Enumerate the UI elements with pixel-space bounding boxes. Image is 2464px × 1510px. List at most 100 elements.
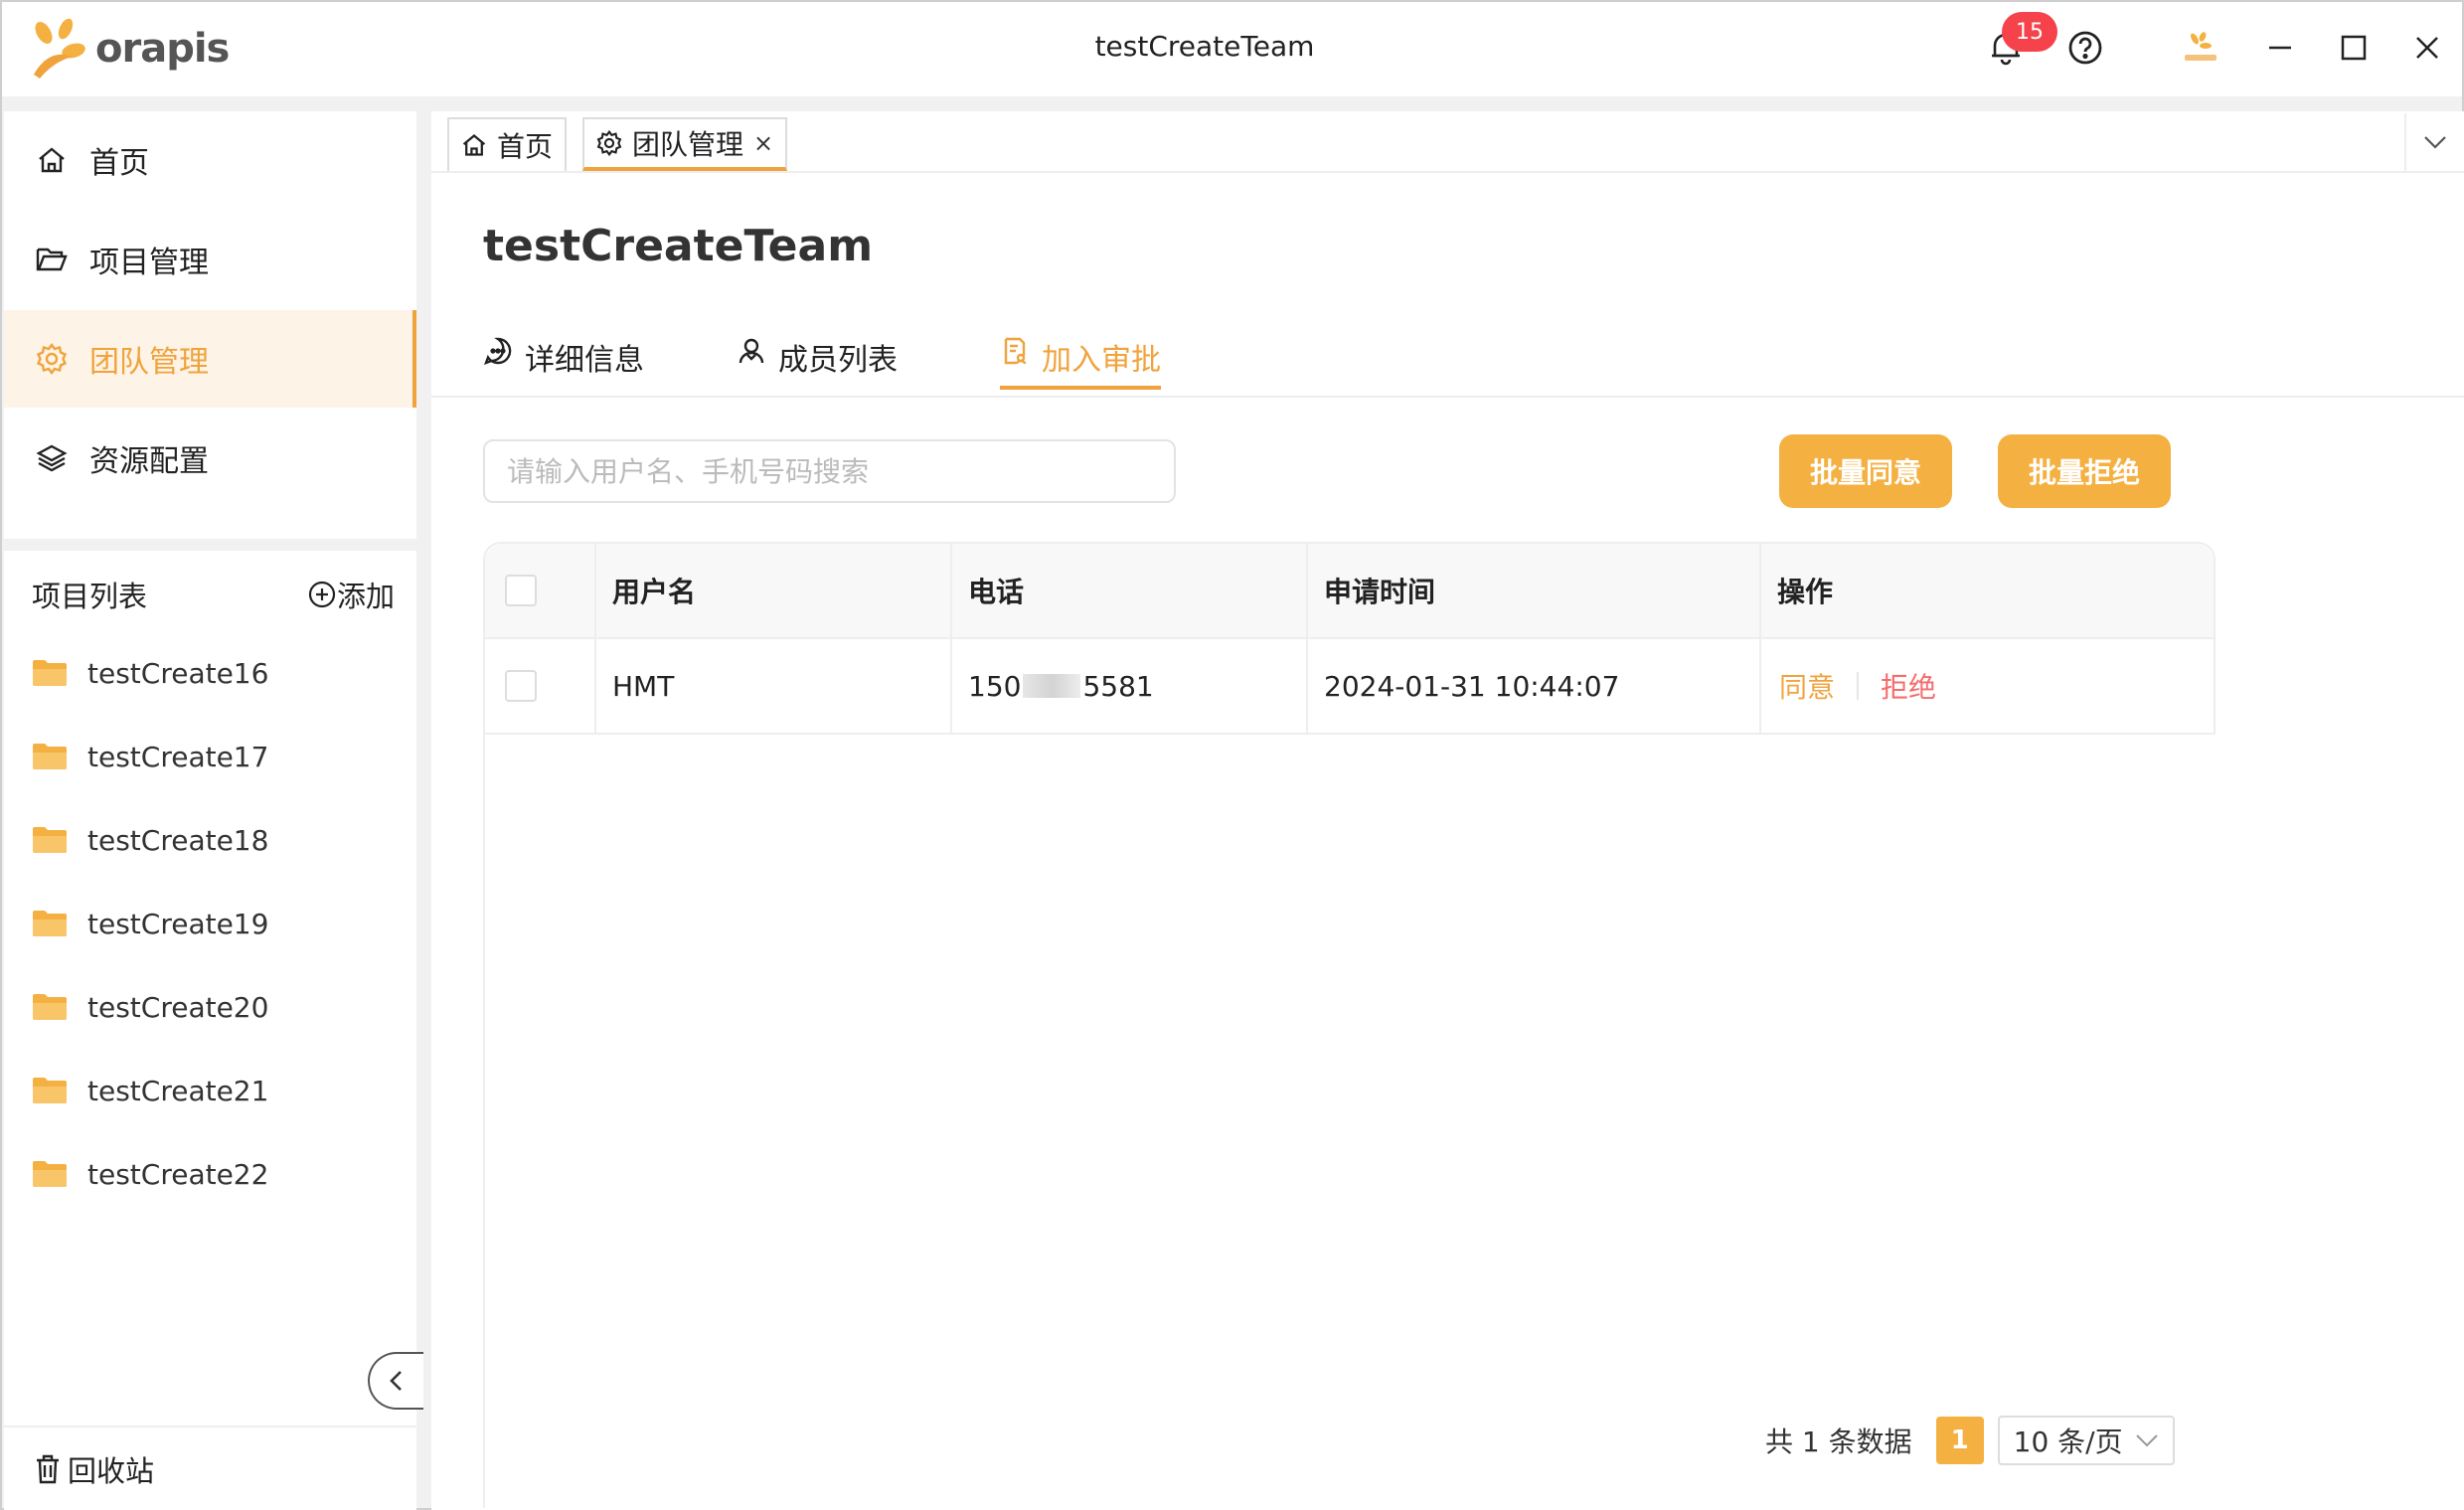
project-name: testCreate18 [87, 823, 269, 857]
close-tab-icon[interactable]: × [753, 129, 773, 157]
folder-icon [33, 827, 67, 853]
folder-icon [33, 660, 67, 686]
phone-prefix: 150 [968, 669, 1022, 703]
help-icon [2068, 31, 2102, 65]
folder-icon [33, 1078, 67, 1103]
tab-label: 加入审批 [1042, 343, 1161, 378]
project-list-item[interactable]: testCreate20 [32, 982, 268, 1032]
pagination: 共 1 条数据 1 10 条/页 [1765, 1416, 2175, 1465]
approval-table: 用户名 电话 申请时间 操作 HMT 150 5581 2024-01-31 1… [483, 542, 2216, 735]
chevron-down-icon [2135, 1434, 2158, 1447]
page-size-select[interactable]: 10 条/页 [1997, 1416, 2175, 1465]
reject-link[interactable]: 拒绝 [1881, 666, 1936, 706]
chevron-left-icon [390, 1371, 402, 1391]
action-separator [1857, 672, 1860, 700]
table-header-row: 用户名 电话 申请时间 操作 [485, 544, 2214, 639]
folder-icon [33, 994, 67, 1020]
project-list-item[interactable]: testCreate21 [32, 1066, 268, 1115]
folder-icon [33, 911, 67, 936]
table-row: HMT 150 5581 2024-01-31 10:44:07 同意 拒绝 [485, 639, 2214, 735]
project-name: testCreate20 [87, 990, 269, 1024]
close-icon [2416, 37, 2438, 59]
username-cell: HMT [596, 639, 952, 733]
page-size-value: 10 条/页 [2013, 1426, 2123, 1458]
user-icon [737, 335, 768, 367]
project-name: testCreate16 [87, 656, 269, 690]
app-window: orapis testCreateTeam 15 首页 项目管理 团队管理 资源… [0, 0, 2464, 1510]
select-all-cell [485, 544, 596, 637]
close-window-button[interactable] [2405, 26, 2449, 70]
layers-icon [34, 440, 70, 476]
row-checkbox[interactable] [505, 670, 537, 702]
chat-icon [483, 335, 515, 367]
project-name: testCreate17 [87, 740, 269, 773]
folder-icon [33, 744, 67, 769]
project-list-item[interactable]: testCreate18 [32, 815, 268, 865]
tab-label: 成员列表 [778, 343, 898, 378]
sidebar-item-label: 首页 [89, 146, 149, 181]
column-header-time: 申请时间 [1308, 544, 1761, 637]
page-tab-label: 团队管理 [632, 128, 744, 161]
project-list-item[interactable]: testCreate19 [32, 899, 268, 948]
maximize-button[interactable] [2332, 26, 2376, 70]
gear-icon [34, 341, 70, 377]
sidebar-item-resources[interactable]: 资源配置 [4, 410, 416, 507]
batch-agree-button[interactable]: 批量同意 [1779, 434, 1952, 508]
column-header-phone: 电话 [952, 544, 1308, 637]
tab-join-approval[interactable]: 加入审批 [1000, 335, 1161, 390]
sidebar: 首页 项目管理 团队管理 资源配置 项目列表 添加 testCreate16 t… [4, 111, 423, 1510]
tabs-dropdown-button[interactable] [2404, 113, 2464, 171]
table-border [483, 733, 485, 1508]
project-list-label: 项目列表 [32, 580, 148, 613]
page-tab-team[interactable]: 团队管理 × [582, 117, 788, 171]
tab-details[interactable]: 详细信息 [483, 335, 644, 390]
project-list-header: 项目列表 添加 [32, 574, 395, 615]
home-icon [34, 142, 70, 178]
folder-icon [33, 1161, 67, 1187]
home-icon [461, 131, 489, 159]
sidebar-item-home[interactable]: 首页 [4, 111, 416, 209]
sidebar-item-label: 资源配置 [89, 444, 209, 479]
title-bar: orapis testCreateTeam 15 [2, 2, 2462, 96]
page-tab-label: 首页 [497, 130, 554, 163]
phone-cell: 150 5581 [952, 639, 1308, 733]
plus-circle-icon [308, 581, 336, 608]
page-number-button[interactable]: 1 [1935, 1417, 1984, 1464]
minimize-button[interactable] [2258, 26, 2302, 70]
approval-icon [1000, 335, 1032, 367]
project-name: testCreate22 [87, 1157, 269, 1191]
agree-link[interactable]: 同意 [1779, 666, 1835, 706]
recycle-bin-label: 回收站 [68, 1453, 155, 1488]
sidebar-item-team[interactable]: 团队管理 [4, 310, 416, 408]
column-header-username: 用户名 [596, 544, 952, 637]
project-list-item[interactable]: testCreate16 [32, 648, 268, 698]
main-content: 首页 团队管理 × testCreateTeam 详细信息 成员列表 加入审批 … [431, 111, 2464, 1510]
project-name: testCreate21 [87, 1074, 269, 1107]
help-button[interactable] [2063, 26, 2107, 70]
phone-redacted [1023, 674, 1081, 698]
select-all-checkbox[interactable] [505, 575, 537, 606]
search-input[interactable] [483, 439, 1176, 503]
tab-label: 详细信息 [525, 343, 644, 378]
column-header-actions: 操作 [1777, 576, 1834, 608]
chevron-down-icon [2424, 136, 2446, 149]
sidebar-item-label: 团队管理 [89, 345, 209, 380]
add-project-button[interactable]: 添加 [307, 574, 395, 615]
sidebar-divider [4, 539, 416, 551]
actions-cell: 同意 拒绝 [1761, 639, 2214, 733]
tabs-divider [431, 396, 2464, 398]
tab-members[interactable]: 成员列表 [737, 335, 898, 390]
notification-badge: 15 [2002, 12, 2057, 52]
gear-icon [596, 129, 624, 157]
recycle-bin-button[interactable]: 回收站 [4, 1426, 416, 1510]
project-list-item[interactable]: testCreate17 [32, 732, 268, 781]
add-project-label: 添加 [336, 580, 395, 613]
phone-suffix: 5581 [1082, 669, 1154, 703]
batch-reject-button[interactable]: 批量拒绝 [1998, 434, 2171, 508]
page-tab-bar: 首页 团队管理 × [431, 111, 2464, 173]
sidebar-item-projects[interactable]: 项目管理 [4, 211, 416, 308]
project-list-item[interactable]: testCreate22 [32, 1149, 268, 1199]
collapse-sidebar-button[interactable] [368, 1352, 423, 1410]
user-avatar[interactable] [2179, 26, 2222, 70]
page-tab-home[interactable]: 首页 [447, 117, 568, 171]
